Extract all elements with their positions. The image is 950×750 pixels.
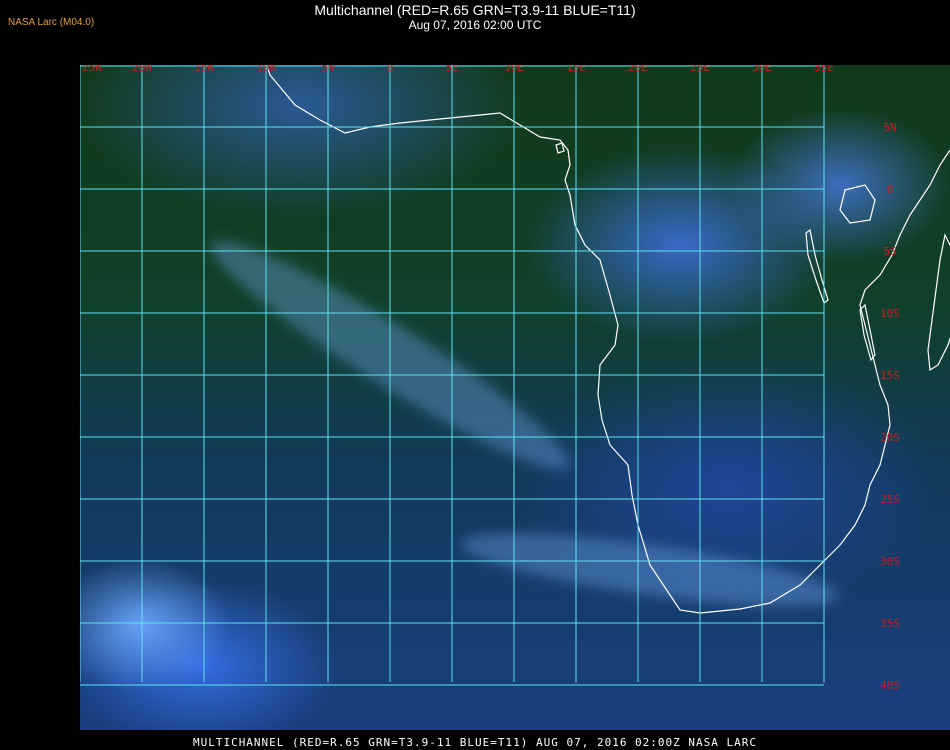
lon-label: 25E: [690, 65, 710, 74]
lat-label: 20S: [880, 431, 900, 444]
map-timestamp: Aug 07, 2016 02:00 UTC: [408, 18, 542, 32]
lon-label: 5W: [321, 65, 335, 74]
lon-label: 0: [387, 65, 394, 74]
lon-label: 5E: [445, 65, 458, 74]
lon-label: 30E: [752, 65, 772, 74]
coastline-lake: [839, 184, 876, 224]
coastline: [266, 65, 950, 614]
lat-label: 30S: [880, 555, 900, 568]
lat-label: 25S: [880, 493, 900, 506]
lon-label: 10W: [256, 65, 276, 74]
lon-label: 20W: [132, 65, 152, 74]
lon-label: 25W: [82, 65, 102, 74]
grid-lines: [80, 65, 825, 686]
grid-labels: 25W 20W 15W 10W 5W 0 5E 10E 15E 20E 25E 30E 35E 5N 0 5S…: [82, 65, 900, 692]
lon-label: 10E: [504, 65, 524, 74]
map-title: Multichannel (RED=R.65 GRN=T3.9-11 BLUE=…: [314, 2, 636, 18]
lon-label: 20E: [628, 65, 648, 74]
satellite-map[interactable]: 25W 20W 15W 10W 5W 0 5E 10E 15E 20E 25E 30E 35E 5N 0 5S…: [80, 65, 950, 730]
credit-label: NASA Larc (M04.0): [8, 17, 95, 28]
coastline-madagascar: [927, 233, 950, 372]
lat-label: 15S: [880, 369, 900, 382]
lon-label: 15E: [566, 65, 586, 74]
lat-label: 5N: [883, 121, 896, 134]
lon-label: 35E: [814, 65, 834, 74]
lat-label: 35S: [880, 617, 900, 630]
lat-lon-grid: 25W 20W 15W 10W 5W 0 5E 10E 15E 20E 25E 30E 35E 5N 0 5S…: [80, 65, 950, 692]
lat-label: 5S: [883, 245, 896, 258]
lat-label: 0: [887, 183, 894, 196]
lat-label: 10S: [880, 307, 900, 320]
footer-caption: MULTICHANNEL (RED=R.65 GRN=T3.9-11 BLUE=…: [192, 736, 758, 749]
coastline-island: [555, 142, 565, 154]
coastline-lake: [805, 228, 829, 304]
lon-label: 15W: [194, 65, 214, 74]
lat-label: 40S: [880, 679, 900, 692]
